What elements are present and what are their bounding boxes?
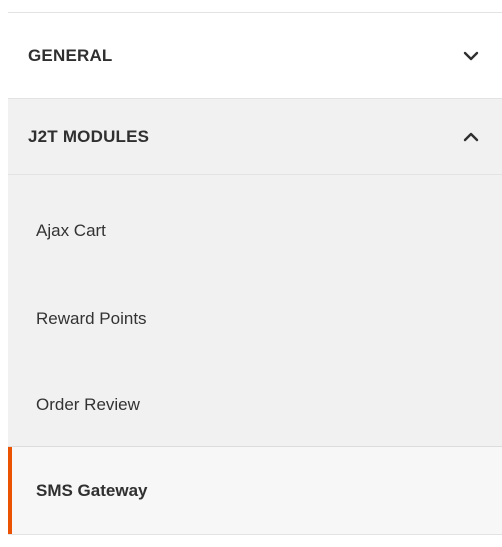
menu-item-ajax-cart[interactable]: Ajax Cart: [8, 188, 502, 274]
divider: [8, 534, 502, 535]
config-navigation-panel: GENERAL J2T MODULES Ajax Cart Reward Poi…: [0, 0, 502, 547]
menu-item-label: Ajax Cart: [36, 221, 106, 240]
section-j2t-modules-label: J2T MODULES: [28, 126, 150, 146]
menu-item-label: Reward Points: [36, 309, 147, 328]
chevron-down-icon: [463, 51, 479, 60]
active-indicator: [8, 447, 12, 534]
section-j2t-modules-header[interactable]: J2T MODULES: [8, 98, 502, 174]
section-general-header[interactable]: GENERAL: [8, 12, 502, 98]
menu-item-label: SMS Gateway: [36, 480, 148, 500]
menu-item-order-review[interactable]: Order Review: [8, 362, 502, 448]
menu-item-sms-gateway[interactable]: SMS Gateway: [8, 446, 502, 534]
section-general-label: GENERAL: [28, 45, 113, 65]
chevron-up-icon: [463, 132, 479, 141]
menu-item-label: Order Review: [36, 395, 140, 414]
menu-item-reward-points[interactable]: Reward Points: [8, 276, 502, 362]
